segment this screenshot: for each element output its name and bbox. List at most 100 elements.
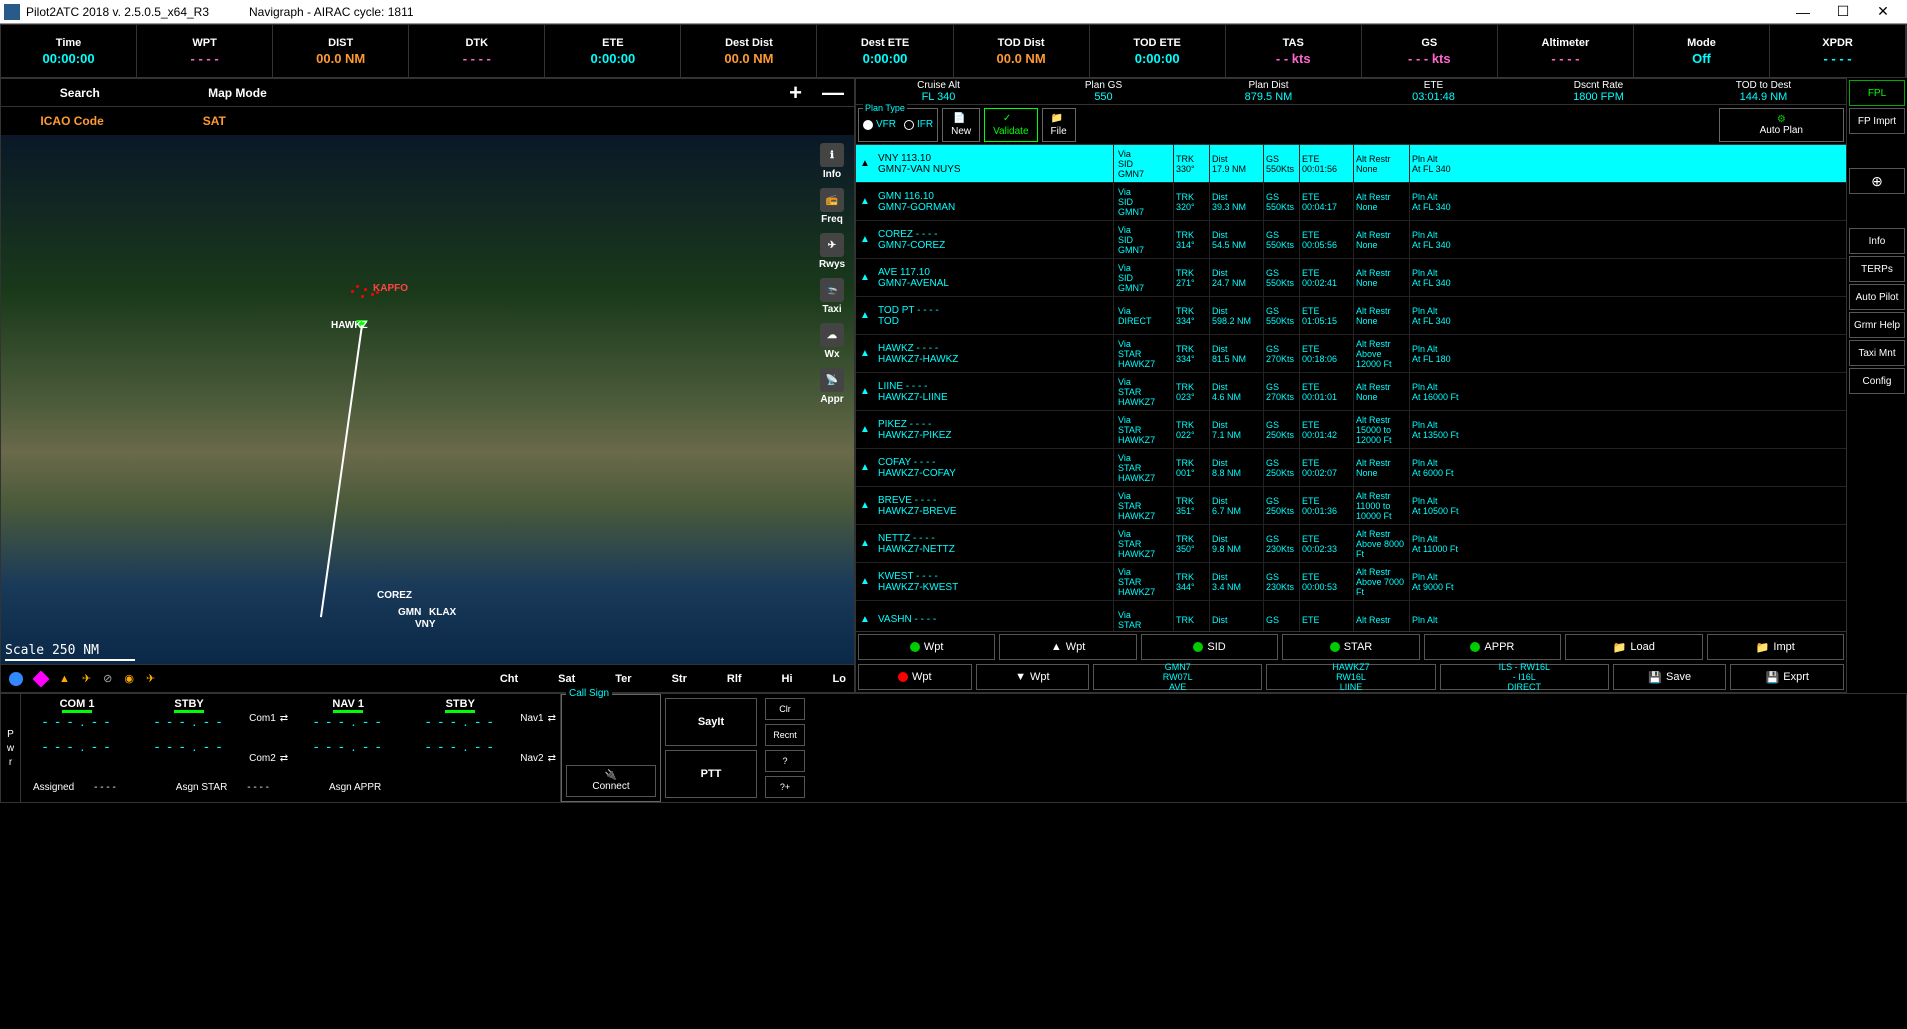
com1-freq[interactable]: - - - . - - (43, 713, 112, 729)
power-button[interactable]: Pwr (1, 694, 21, 802)
mapmode-label[interactable]: Map Mode (159, 86, 317, 100)
map-layer-icon[interactable]: ✈ (82, 672, 91, 685)
map-layer-icon[interactable] (9, 672, 23, 686)
fpl-waypoint-row[interactable]: ▲ VNY 113.10GMN7-VAN NUYS ViaSIDGMN7 TRK… (856, 145, 1846, 183)
route-summary[interactable]: HAWKZ7RW16LLIINE (1266, 664, 1435, 690)
fpl-waypoint-row[interactable]: ▲ VASHN - - - - ViaSTAR TRK Dist GS ETE … (856, 601, 1846, 631)
side-fp-imprt-button[interactable]: FP Imprt (1849, 108, 1905, 134)
side-terps-button[interactable]: TERPs (1849, 256, 1905, 282)
map-freq-button[interactable]: 📻Freq (812, 188, 852, 225)
zoom-out-button[interactable]: — (822, 80, 844, 106)
fpl-waypoint-row[interactable]: ▲ AVE 117.10GMN7-AVENAL ViaSIDGMN7 TRK27… (856, 259, 1846, 297)
fpl-wpt-button[interactable]: ▼Wpt (976, 664, 1090, 690)
fpl-waypoint-row[interactable]: ▲ BREVE - - - -HAWKZ7-BREVE ViaSTARHAWKZ… (856, 487, 1846, 525)
com1-swap[interactable]: Com1 (249, 713, 276, 724)
radio-panel: Pwr COM 1- - - . - - STBY- - - . - - Com… (1, 694, 561, 802)
map-mode-hi[interactable]: Hi (782, 673, 793, 685)
vfr-radio[interactable]: VFR (863, 119, 896, 130)
close-button[interactable]: ✕ (1863, 0, 1903, 24)
fpl-impt-button[interactable]: 📁Impt (1707, 634, 1844, 660)
file-plan-button[interactable]: 📁File (1042, 108, 1076, 142)
help-button[interactable]: ? (765, 750, 805, 772)
fpl-waypoint-row[interactable]: ▲ COREZ - - - -GMN7-COREZ ViaSIDGMN7 TRK… (856, 221, 1846, 259)
nav1-swap[interactable]: Nav1 (520, 713, 543, 724)
fpl-wpt-button[interactable]: Wpt (858, 664, 972, 690)
connect-button[interactable]: 🔌Connect (566, 765, 656, 797)
nav1-stby-freq[interactable]: - - - . - - (426, 713, 495, 729)
route-summary[interactable]: GMN7RW07LAVE (1093, 664, 1262, 690)
nav1-freq[interactable]: - - - . - - (314, 713, 383, 729)
map-layer-icon[interactable]: ✈ (146, 672, 155, 685)
map-info-button[interactable]: ℹInfo (812, 143, 852, 180)
ptt-button[interactable]: PTT (665, 750, 757, 798)
map-toolbar: ▲ ✈ ⊘ ◉ ✈ Cht Sat Ter Str Rlf Hi Lo (1, 664, 854, 692)
com1-stby-freq[interactable]: - - - . - - (155, 713, 224, 729)
fpl-save-button[interactable]: 💾Save (1613, 664, 1727, 690)
top-cell-wpt: WPT- - - - (137, 25, 273, 77)
map-layer-icon[interactable]: ◉ (124, 672, 134, 685)
side-⊕-button[interactable]: ⊕ (1849, 168, 1905, 194)
fpl-waypoint-row[interactable]: ▲ LIINE - - - -HAWKZ7-LIINE ViaSTARHAWKZ… (856, 373, 1846, 411)
sayit-button[interactable]: SayIt (665, 698, 757, 746)
validate-button[interactable]: ✓Validate (984, 108, 1037, 142)
map-mode-ter[interactable]: Ter (615, 673, 631, 685)
new-plan-button[interactable]: 📄New (942, 108, 980, 142)
map-layer-icon[interactable]: ▲ (59, 673, 70, 685)
com2-freq[interactable]: - - - . - - (43, 738, 112, 754)
callsign-legend: Call Sign (566, 688, 612, 699)
sat-button[interactable]: SAT (143, 114, 285, 128)
map-taxi-button[interactable]: 🛬Taxi (812, 278, 852, 315)
side-fpl-button[interactable]: FPL (1849, 80, 1905, 106)
map-mode-str[interactable]: Str (672, 673, 687, 685)
fpl-waypoint-row[interactable]: ▲ PIKEZ - - - -HAWKZ7-PIKEZ ViaSTARHAWKZ… (856, 411, 1846, 449)
map-mode-lo[interactable]: Lo (833, 673, 846, 685)
side-info-button[interactable]: Info (1849, 228, 1905, 254)
com2-swap[interactable]: Com2 (249, 753, 276, 764)
fpl-exprt-button[interactable]: 💾Exprt (1730, 664, 1844, 690)
nav2-freq[interactable]: - - - . - - (314, 738, 383, 754)
fpl-appr-button[interactable]: APPR (1424, 634, 1561, 660)
fpl-sid-button[interactable]: SID (1141, 634, 1278, 660)
recnt-button[interactable]: Recnt (765, 724, 805, 746)
icao-code-label[interactable]: ICAO Code (1, 114, 143, 128)
side-grmr-help-button[interactable]: Grmr Help (1849, 312, 1905, 338)
top-cell-gs: GS- - - kts (1362, 25, 1498, 77)
nav2-stby-freq[interactable]: - - - . - - (426, 738, 495, 754)
fpl-waypoint-row[interactable]: ▲ COFAY - - - -HAWKZ7-COFAY ViaSTARHAWKZ… (856, 449, 1846, 487)
scale-bar (5, 659, 135, 661)
maximize-button[interactable]: ☐ (1823, 0, 1863, 24)
help-plus-button[interactable]: ?+ (765, 776, 805, 798)
map-wx-button[interactable]: ☁Wx (812, 323, 852, 360)
fpl-star-button[interactable]: STAR (1282, 634, 1419, 660)
side-config-button[interactable]: Config (1849, 368, 1905, 394)
search-label[interactable]: Search (1, 86, 159, 100)
fpl-waypoint-row[interactable]: ▲ KWEST - - - -HAWKZ7-KWEST ViaSTARHAWKZ… (856, 563, 1846, 601)
side-auto-pilot-button[interactable]: Auto Pilot (1849, 284, 1905, 310)
map-rwys-button[interactable]: ✈Rwys (812, 233, 852, 270)
fpl-waypoint-row[interactable]: ▲ NETTZ - - - -HAWKZ7-NETTZ ViaSTARHAWKZ… (856, 525, 1846, 563)
map-display[interactable]: KAPFOHAWKZCOREZGMNKLAXVNY ℹInfo📻Freq✈Rwy… (1, 135, 854, 664)
map-mode-sat[interactable]: Sat (558, 673, 575, 685)
map-layer-icon[interactable] (33, 670, 50, 687)
route-summary[interactable]: ILS - RW16L- I16LDIRECT (1440, 664, 1609, 690)
side-taxi-mnt-button[interactable]: Taxi Mnt (1849, 340, 1905, 366)
auto-plan-button[interactable]: ⚙Auto Plan (1719, 108, 1844, 142)
fpl-wpt-button[interactable]: Wpt (858, 634, 995, 660)
fpl-waypoint-row[interactable]: ▲ HAWKZ - - - -HAWKZ7-HAWKZ ViaSTARHAWKZ… (856, 335, 1846, 373)
ifr-radio[interactable]: IFR (904, 119, 933, 130)
zoom-in-button[interactable]: + (789, 80, 802, 106)
fpl-waypoint-row[interactable]: ▲ GMN 116.10GMN7-GORMAN ViaSIDGMN7 TRK32… (856, 183, 1846, 221)
map-appr-button[interactable]: 📡Appr (812, 368, 852, 405)
com2-stby-freq[interactable]: - - - . - - (155, 738, 224, 754)
clr-button[interactable]: Clr (765, 698, 805, 720)
minimize-button[interactable]: — (1783, 0, 1823, 24)
fpl-load-button[interactable]: 📁Load (1565, 634, 1702, 660)
fpl-waypoint-row[interactable]: ▲ TOD PT - - - -TOD ViaDIRECT TRK334° Di… (856, 297, 1846, 335)
asgn-star-value: - - - - (247, 782, 269, 793)
fpl-wpt-button[interactable]: ▲Wpt (999, 634, 1136, 660)
map-mode-cht[interactable]: Cht (500, 673, 518, 685)
nav2-swap[interactable]: Nav2 (520, 753, 543, 764)
map-layer-icon[interactable]: ⊘ (103, 672, 112, 685)
flight-plan-table[interactable]: ▲ VNY 113.10GMN7-VAN NUYS ViaSIDGMN7 TRK… (856, 145, 1846, 631)
map-mode-rlf[interactable]: Rlf (727, 673, 742, 685)
